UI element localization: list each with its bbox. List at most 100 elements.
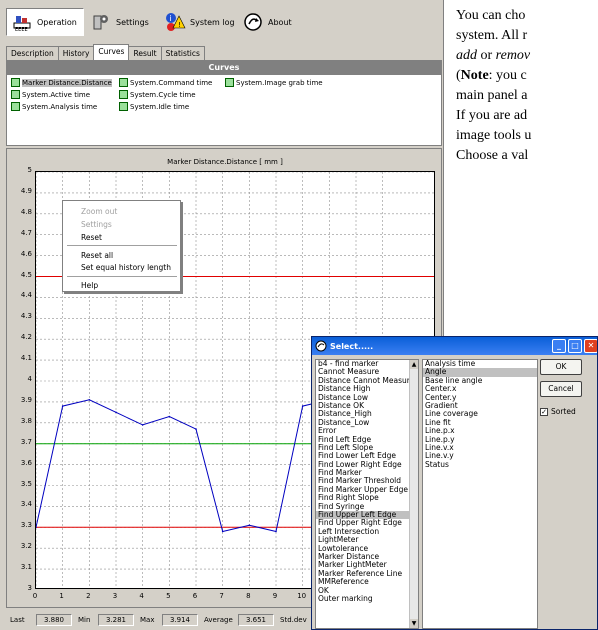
curve-label: System.Command time [130,78,213,87]
menu-item-set-equal-history-length[interactable]: Set equal history length [81,263,171,272]
curve-item[interactable]: System.Active time [11,90,90,99]
tool-list-items: b4 - find marker Cannot Measure Distance C… [316,360,418,603]
y-tick-label: 3.1 [20,563,32,572]
curve-item[interactable]: System.Cycle time [119,90,196,99]
curve-label: System.Cycle time [130,90,196,99]
toolbar: EEEE Operation Settings i! System log Ab… [4,4,440,40]
svg-text:i: i [170,14,172,23]
max-value: 3.914 [162,614,198,626]
curve-item[interactable]: System.Idle time [119,102,189,111]
data-point [168,415,171,418]
curves-panel: Curves Marker Distance.Distance System.C… [6,60,442,146]
std-dev-label: Std.dev [280,616,307,624]
result-list-items: Analysis time Angle Base line angle Center.… [423,360,537,469]
checkbox-check-icon[interactable]: ✓ [540,407,548,416]
doc-line: add or remov [456,48,531,63]
cancel-button[interactable]: Cancel [540,381,582,397]
doc-line: main panel a [456,88,528,103]
last-label: Last [10,616,25,624]
tab-description[interactable]: Description [6,46,59,60]
average-label: Average [204,616,233,624]
doc-line: image tools u [456,128,532,143]
x-tick-label: 7 [219,592,224,600]
about-label: About [268,17,292,27]
curve-label: System.Analysis time [22,102,98,111]
tab-result[interactable]: Result [128,46,162,60]
y-tick-label: 3.4 [20,500,32,509]
x-tick-label: 8 [246,592,251,600]
operation-button[interactable]: EEEE Operation [6,8,84,36]
curve-icon [225,78,234,87]
scroll-up-icon[interactable]: ▲ [410,360,418,369]
maximize-icon[interactable]: □ [568,339,582,353]
curve-label: System.Image grab time [236,78,323,87]
doc-line: You can cho [456,8,526,23]
curve-icon [11,102,20,111]
menu-item-reset[interactable]: Reset [81,233,102,242]
curves-header: Curves [7,61,441,75]
doc-line: system. All r [456,28,528,43]
sorted-checkbox[interactable]: ✓ Sorted [540,407,576,416]
curve-item[interactable]: System.Command time [119,78,212,87]
list-item[interactable]: MMReference [316,577,418,586]
min-label: Min [78,616,91,624]
curve-label: Marker Distance.Distance [22,78,112,87]
menu-separator [67,276,177,277]
curve-item[interactable]: System.Image grab time [225,78,323,87]
system-log-button[interactable]: i! System log [164,8,235,36]
about-button[interactable]: About [242,8,292,36]
select-dialog: Select..... _ □ ✕ b4 - find marker Cannot… [311,336,598,630]
max-label: Max [140,616,155,624]
system-log-label: System log [190,17,235,27]
menu-item-reset-all[interactable]: Reset all [81,251,113,260]
result-list[interactable]: Analysis time Angle Base line angle Center.… [422,359,538,629]
y-tick-label: 5 [27,166,32,174]
y-tick-label: 4.6 [20,249,32,258]
curve-item[interactable]: System.Analysis time [11,102,97,111]
min-value: 3.281 [98,614,134,626]
list-item[interactable]: Outer marking [316,594,418,603]
y-tick-label: 4.5 [20,270,32,279]
settings-label: Settings [116,17,149,27]
curve-icon [11,78,20,87]
tab-statistics[interactable]: Statistics [160,46,205,60]
doc-line: Choose a val [456,148,529,163]
settings-button[interactable]: Settings [90,8,149,36]
menu-item-zoom-out[interactable]: Zoom out [81,207,117,216]
list-item[interactable]: Status [423,460,537,469]
x-tick-label: 2 [86,592,91,600]
menu-separator [67,245,177,246]
system-log-icon: i! [164,11,186,33]
menu-item-settings[interactable]: Settings [81,220,112,229]
y-tick-label: 3.7 [20,437,32,446]
dialog-titlebar[interactable]: Select..... _ □ ✕ [312,337,597,355]
x-tick-label: 0 [32,592,38,600]
y-tick-label: 3.2 [20,542,32,551]
operation-label: Operation [37,17,77,27]
chart-title: Marker Distance.Distance [ mm ] [167,158,283,166]
tab-curves[interactable]: Curves [93,44,130,60]
curve-icon [119,102,128,111]
average-value: 3.651 [238,614,274,626]
tool-list-scrollbar[interactable]: ▲ ▼ [409,360,418,628]
tab-history[interactable]: History [57,46,95,60]
ok-button[interactable]: OK [540,359,582,375]
y-tick-label: 3 [27,584,32,592]
menu-item-help[interactable]: Help [81,281,98,290]
curve-item[interactable]: Marker Distance.Distance [11,78,112,87]
y-tick-label: 3.3 [20,521,32,530]
y-tick-label: 3.5 [20,479,32,488]
y-tick-label: 4.2 [20,333,32,342]
tool-list[interactable]: b4 - find marker Cannot Measure Distance C… [315,359,419,629]
close-icon[interactable]: ✕ [584,339,597,353]
data-point [88,399,91,401]
about-icon [242,11,264,33]
curve-label: System.Idle time [130,102,190,111]
y-tick-label: 4 [27,375,32,383]
data-point [301,405,304,407]
minimize-icon[interactable]: _ [552,339,566,353]
scroll-down-icon[interactable]: ▼ [410,619,418,628]
curve-icon [119,78,128,87]
y-tick-label: 4.4 [20,291,32,300]
data-point [275,530,277,533]
